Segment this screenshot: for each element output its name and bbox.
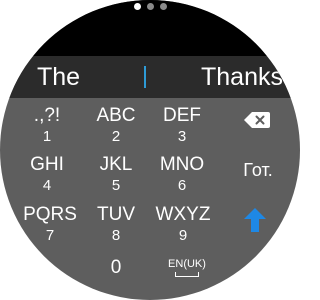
key-1[interactable]: .,?! 1 bbox=[22, 106, 72, 146]
key-8[interactable]: TUV 8 bbox=[91, 205, 141, 245]
key-6[interactable]: MNO 6 bbox=[157, 155, 207, 195]
text-display-area bbox=[0, 0, 300, 56]
language-label: EN(UK) bbox=[168, 258, 206, 270]
key-2-digit: 2 bbox=[111, 128, 121, 145]
key-7-digit: 7 bbox=[45, 227, 55, 244]
key-7[interactable]: PQRS 7 bbox=[22, 205, 78, 245]
done-button[interactable]: Гот. bbox=[238, 160, 278, 180]
page-indicator bbox=[0, 3, 300, 13]
text-cursor bbox=[144, 66, 146, 88]
suggestion-left[interactable]: The bbox=[37, 63, 80, 91]
key-8-digit: 8 bbox=[111, 227, 121, 244]
backspace-icon[interactable] bbox=[244, 112, 270, 133]
suggestion-right[interactable]: Thanks bbox=[201, 63, 283, 91]
key-3-letters: DEF bbox=[163, 105, 201, 126]
key-4-letters: GHI bbox=[30, 154, 64, 175]
key-3[interactable]: DEF 3 bbox=[157, 106, 207, 146]
key-9-letters: WXYZ bbox=[155, 204, 211, 225]
page-dot-1 bbox=[133, 3, 141, 10]
key-9[interactable]: WXYZ 9 bbox=[154, 205, 212, 245]
suggestion-bar: The Thanks bbox=[0, 56, 300, 98]
shift-arrow-up-icon[interactable] bbox=[244, 208, 266, 237]
page-dot-3 bbox=[159, 3, 167, 10]
key-9-digit: 9 bbox=[178, 227, 188, 244]
key-7-letters: PQRS bbox=[23, 204, 77, 225]
key-8-letters: TUV bbox=[97, 204, 135, 225]
key-4[interactable]: GHI 4 bbox=[22, 155, 72, 195]
key-6-digit: 6 bbox=[177, 177, 187, 194]
key-4-digit: 4 bbox=[42, 177, 52, 194]
key-5-digit: 5 bbox=[111, 177, 121, 194]
key-1-letters: .,?! bbox=[33, 105, 61, 126]
key-0-space[interactable]: 0 bbox=[104, 257, 128, 279]
key-3-digit: 3 bbox=[177, 128, 187, 145]
key-1-digit: 1 bbox=[42, 128, 52, 145]
key-2[interactable]: ABC 2 bbox=[91, 106, 141, 146]
key-2-letters: ABC bbox=[96, 105, 136, 126]
page-dot-2 bbox=[146, 3, 154, 10]
watch-screen: The Thanks .,?! 1 ABC 2 DEF 3 GHI 4 JKL … bbox=[0, 0, 300, 300]
key-5[interactable]: JKL 5 bbox=[91, 155, 141, 195]
key-6-letters: MNO bbox=[159, 154, 205, 175]
key-5-letters: JKL bbox=[99, 154, 133, 175]
language-switch-button[interactable]: EN(UK) bbox=[160, 258, 214, 277]
space-bar-icon bbox=[175, 272, 199, 277]
